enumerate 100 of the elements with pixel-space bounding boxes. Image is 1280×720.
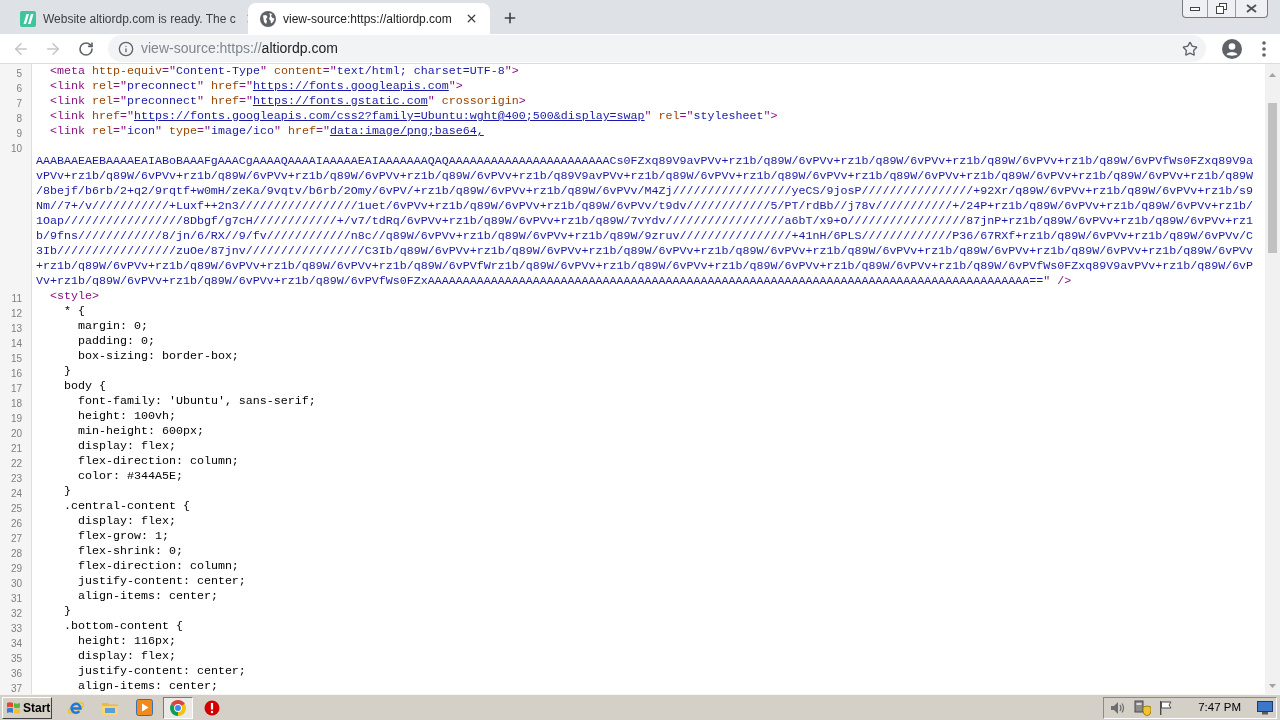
- link[interactable]: https://fonts.googleapis.com/css2?family=Ubuntu:wght@400;500&display=swap: [133, 109, 645, 123]
- menu-icon: [1262, 40, 1266, 57]
- code-line: justify-content: center;: [78, 574, 246, 588]
- line-number: 20: [10, 428, 22, 439]
- line-number: 37: [10, 683, 22, 694]
- code-line: vPVv+rz1b/q89W/6vPVv+rz1b/q89W/6vPVv+rz1b/q89W/6vPVv+rz1b/q89W/6vPVv+rz1b/q89V9avPVv+rz1b/q89W/6vPVv+rz1b/q89W/6vPVv+rz1b/q89W/6vPVv+rz1b/q89W/6vPVv+rz1b/q89W/6vPVv+rz1b/q89W: [36, 169, 1254, 183]
- line-number: 31: [10, 593, 22, 604]
- code-line: Nm//7+/v///////////+Luxf++2n3/////////////////1uet/6vPVv+rz1b/q89W/6vPVv+rz1b/q89W/6vPVv/t9dv////////////5/PT/rdBb//j78v///////////+/24P+rz1b/q89W/6vPVv+rz1b/q89W/6vPVv+rz1b/: [36, 199, 1254, 213]
- line-number: 34: [10, 638, 22, 649]
- code-line: height: 116px;: [78, 634, 176, 648]
- code-line: +rz1b/q89W/6vPVv+rz1b/q89W/6vPVv+rz1b/q89W/6vPVv+rz1b/q89W/6vPVfWrz1b/q89W/6vPVv+rz1b/q89W/6vPVv+rz1b/q89W/6vPVv+rz1b/q89W/6vPVv+rz1b/q89W/6vPVfWs0FZxq89V9avPVv+rz1b/q89W/6vP: [36, 259, 1254, 273]
- code-line: }: [64, 364, 71, 378]
- code-line: body {: [64, 379, 106, 393]
- star-icon: [1182, 40, 1198, 57]
- reload-icon: [78, 40, 94, 57]
- code-line: margin: 0;: [78, 319, 148, 333]
- alert-icon: [204, 699, 220, 716]
- code-line: min-height: 600px;: [78, 424, 204, 438]
- code-line: * {: [64, 304, 85, 318]
- show-desktop-icon[interactable]: [1257, 700, 1273, 715]
- profile-avatar-icon: [1222, 38, 1242, 59]
- line-number: 19: [10, 413, 22, 424]
- line-number: 36: [10, 668, 22, 679]
- code-line: .central-content {: [64, 499, 190, 513]
- line-number: 21: [10, 443, 22, 454]
- code-line: 1Oap/////////////////8Dbgf/g7cH////////////+/v7/tdRq/6vPVv+rz1b/q89W/6vPVv+rz1b/q89W/7vYdv/////////////////a6bT/x9+O/////////////////87jnP+rz1b/q89W/6vPVv+rz1b/q89W/6vPVv+rz1: [36, 214, 1254, 228]
- code-line: color: #344A5E;: [78, 469, 183, 483]
- code-line: flex-shrink: 0;: [78, 544, 183, 558]
- browser-logo-icon: [170, 699, 186, 716]
- code-line: 3Ib/////////////////zuOe/87jnv/////////////////C3Ib/q89W/6vPVv+rz1b/q89W/6vPVv+rz1b/q89W/6vPVv+rz1b/q89W/6vPVv+rz1b/q89W/6vPVv+rz1b/q89W/6vPVv+rz1b/q89W/6vPVv+rz1b/q89W/6vPVv: [36, 244, 1254, 258]
- line-number: 23: [10, 473, 22, 484]
- code-line: height: 100vh;: [78, 409, 176, 423]
- line-number: 27: [10, 533, 22, 544]
- code-line: <link rel="icon" type="image/ico" href="data:image/png;base64,: [50, 124, 484, 138]
- clock[interactable]: 7:47 PM: [1198, 698, 1241, 717]
- line-number: 7: [16, 98, 22, 109]
- line-number: 22: [10, 458, 22, 469]
- line-number: 35: [10, 653, 22, 664]
- slash-logo-icon: [20, 10, 36, 27]
- line-number: 33: [10, 623, 22, 634]
- scrollbar-thumb[interactable]: [1268, 103, 1277, 253]
- code-line: <meta http-equiv="Content-Type" content="text/html; charset=UTF-8">: [50, 64, 519, 78]
- code-line: box-sizing: border-box;: [78, 349, 239, 363]
- line-number: 14: [10, 338, 22, 349]
- plus-icon: [502, 10, 518, 26]
- line-number: 11: [11, 293, 22, 304]
- globe-icon: [260, 10, 276, 27]
- link[interactable]: https://fonts.googleapis.com: [252, 79, 449, 93]
- code-line: justify-content: center;: [78, 664, 246, 678]
- line-number: 32: [10, 608, 22, 619]
- line-number: 17: [10, 383, 22, 394]
- computer-warning-icon[interactable]: [1134, 699, 1152, 716]
- code-line: Vv+rz1b/q89W/6vPVv+rz1b/q89W/6vPVv+rz1b/q89W/6vPVfWs0FZxAAAAAAAAAAAAAAAAAAAAAAAAAAAAAAAAAAAAAAAAAAAAAAAAAAAAAAAAAAAAAAAAAAAAAAAAAAAAAAAAAAAAAA==" />: [36, 274, 1072, 288]
- minimize-icon: [1190, 6, 1200, 11]
- line-number: 8: [16, 113, 22, 124]
- line-number: 18: [10, 398, 22, 409]
- code-line: AAABAAEAEBAAAAEAIABoBAAAFgAAACgAAAAQAAAAIAAAAAEAIAAAAAAAQAQAAAAAAAAAAAAAAAAAAAAAAACs0FZxq89V9avPVv+rz1b/q89W/6vPVv+rz1b/q89W/6vPVv+rz1b/q89W/6vPVv+rz1b/q89W/6vPVfWs0FZxq89V9a: [36, 154, 1254, 168]
- media-player-icon: [135, 699, 153, 716]
- profile-button[interactable]: [1220, 36, 1244, 61]
- code-line: <link rel="preconnect" href="https://fonts.gstatic.com" crossorigin>: [50, 94, 526, 108]
- windows-logo-icon: [6, 700, 21, 715]
- code-line: flex-direction: column;: [78, 454, 239, 468]
- code-line: display: flex;: [78, 514, 176, 528]
- info-icon: [118, 40, 134, 57]
- code-line: align-items: center;: [78, 679, 218, 693]
- link[interactable]: https://fonts.gstatic.com: [252, 94, 428, 108]
- line-number: 29: [10, 563, 22, 574]
- code-line: display: flex;: [78, 439, 176, 453]
- code-line: <style>: [50, 289, 99, 303]
- line-number: 28: [10, 548, 22, 559]
- line-number: 30: [10, 578, 22, 589]
- line-number: 13: [10, 323, 22, 334]
- code-line: padding: 0;: [78, 334, 155, 348]
- line-number: 26: [10, 518, 22, 529]
- code-line: <link href="https://fonts.googleapis.com/css2?family=Ubuntu:wght@400;500&display=swap" rel="stylesheet">: [50, 109, 778, 123]
- tab[interactable]: view-source:https://altiordp.com: [248, 3, 490, 34]
- code-line: font-family: 'Ubuntu', sans-serif;: [78, 394, 316, 408]
- code-line: .bottom-content {: [64, 619, 183, 633]
- code-line: /8bejf/b6rb/2+q2/9rqtf+w0mH/zeKa/9vqtv/b6rb/2Omy/6vPV/+rz1b/q89W/6vPVv+rz1b/q89W/6vPVv/M4Zj/////////////////yeCS/9josP////////////////+92Xr/q89W/6vPVv+rz1b/q89W/6vPVv+rz1b/s9: [36, 184, 1254, 198]
- code-line: flex-grow: 1;: [78, 529, 169, 543]
- code-line: display: flex;: [78, 649, 176, 663]
- code-line: b/9fns////////////8/jn/6/RX//9/fv////////////n8c//q89W/6vPVv+rz1b/q89W/6vPVv+rz1b/q89W/9zruv////////////////+41nH/6PLS/////////////P36/67RXf+rz1b/q89W/6vPVv+rz1b/q89W/6vPVv/C: [36, 229, 1254, 243]
- line-number: 15: [10, 353, 22, 364]
- code-line: align-items: center;: [78, 589, 218, 603]
- restore-icon: [1216, 3, 1227, 14]
- code-line: <link rel="preconnect" href="https://fonts.googleapis.com">: [50, 79, 463, 93]
- line-number: 16: [10, 368, 22, 379]
- flag-icon[interactable]: [1158, 699, 1175, 716]
- code-line: }: [64, 484, 71, 498]
- start-button[interactable]: Start: [2, 696, 52, 719]
- link[interactable]: data:image/png;base64,: [329, 124, 484, 138]
- line-number: 10: [10, 143, 22, 154]
- address-bar[interactable]: view-source:https://altiordp.com: [108, 35, 1206, 62]
- line-number: 5: [16, 68, 22, 79]
- taskbar-button[interactable]: [163, 696, 193, 719]
- code-line: }: [64, 604, 71, 618]
- line-number: 24: [10, 488, 22, 499]
- line-number: 25: [10, 503, 22, 514]
- code-line: flex-direction: column;: [78, 559, 239, 573]
- line-number: 12: [10, 308, 22, 319]
